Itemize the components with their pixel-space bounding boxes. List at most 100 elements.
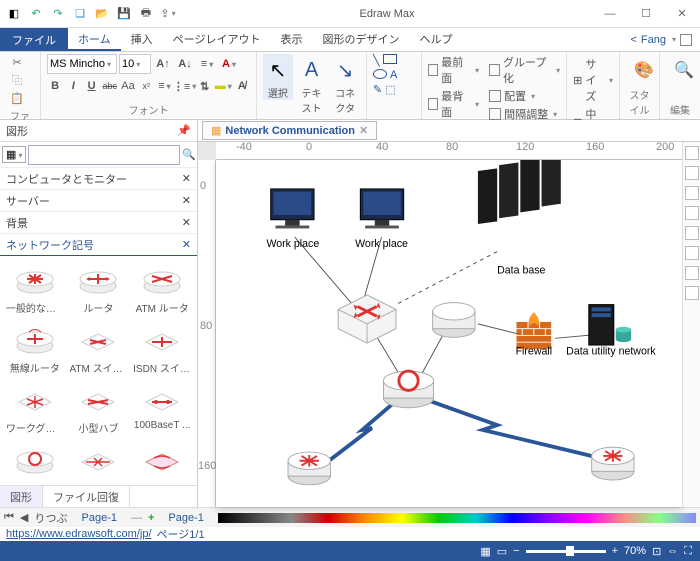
shape-item[interactable]: 小型ハブ [68,380,130,436]
maximize-button[interactable]: ☐ [632,4,660,24]
shape-item[interactable]: 100BaseT ... [131,380,193,436]
shape-item[interactable] [4,440,66,481]
fit-page-icon[interactable]: ⊡ [652,545,661,558]
view-grid-icon[interactable]: ▦ [480,545,490,558]
underline-button[interactable]: U [83,77,99,95]
tab-view[interactable]: 表示 [270,28,312,51]
align-icon[interactable]: ≡▾ [197,55,217,73]
tab-help[interactable]: ヘルプ [409,28,462,51]
side-tab-recovery[interactable]: ファイル回復 [43,486,130,507]
save-icon[interactable]: 💾 [114,4,134,24]
size-button[interactable]: ⊞サイズ▾ [573,56,613,104]
tab-insert[interactable]: 挿入 [121,28,163,51]
style-button[interactable]: 🎨 [626,54,662,84]
text-tool[interactable]: A テキスト [297,54,327,115]
category-computers[interactable]: コンピュータとモニター✕ [0,168,197,190]
add-page-icon[interactable]: + [148,512,154,524]
export-icon[interactable]: ⇪▾ [158,4,178,24]
fullscreen-status-icon[interactable]: ⛶ [684,545,692,558]
zoom-in-icon[interactable]: + [612,545,618,557]
shape-item[interactable] [68,440,130,481]
paste-icon[interactable]: 📋 [6,90,28,106]
shape-item[interactable]: ルータ [68,260,130,316]
line-shape-icon[interactable]: ╲ [373,54,380,67]
vtool-2[interactable] [685,166,699,180]
fit-width-icon[interactable]: ⇔ [667,545,678,557]
vtool-6[interactable] [685,246,699,260]
category-servers[interactable]: サーバー✕ [0,190,197,212]
case-button[interactable]: Aa [120,77,136,95]
open-icon[interactable]: 📂 [92,4,112,24]
copy-icon[interactable]: ⿻ [6,72,28,88]
page-tab-1a[interactable]: Page-1 [74,512,125,524]
undo-icon[interactable]: ↶ [26,4,46,24]
url-link[interactable]: https://www.edrawsoft.com/jp/ [6,528,152,540]
new-icon[interactable]: ❏ [70,4,90,24]
category-network[interactable]: ネットワーク記号✕ [0,234,197,256]
shapes-search-input[interactable] [28,145,180,165]
view-normal-icon[interactable]: ▭ [497,545,507,558]
shape-item[interactable]: 無線ルータ [4,320,66,376]
vtool-4[interactable] [685,206,699,220]
vtool-3[interactable] [685,186,699,200]
side-tab-shapes[interactable]: 図形 [0,486,43,507]
shape-item[interactable]: 一般的なル... [4,260,66,316]
send-back-button[interactable]: 最背面▾ [428,88,480,120]
close-icon[interactable]: ✕ [182,172,191,185]
page-tab-1b[interactable]: Page-1 [160,512,211,524]
cut-icon[interactable]: ✂ [6,54,28,70]
close-tab-icon[interactable]: ✕ [359,124,368,137]
share-icon[interactable]: < [630,34,636,46]
decrease-font-icon[interactable]: A↓ [175,55,195,73]
shape-item[interactable]: ワークグルー... [4,380,66,436]
shape-item[interactable] [131,440,193,481]
tab-page-layout[interactable]: ページレイアウト [163,28,271,51]
align-button[interactable]: 配置▾ [489,88,560,104]
minimize-button[interactable]: — [596,4,624,24]
crop-shape-icon[interactable]: ⬚ [385,83,395,96]
text-shape-icon[interactable]: A [390,69,397,81]
close-icon[interactable]: ✕ [182,238,191,251]
clear-format-icon[interactable]: A̸ [234,77,250,95]
superscript-button[interactable]: x² [138,77,154,95]
font-name-select[interactable]: MS Mincho▾ [47,54,117,74]
grid-view-icon[interactable]: ▦▾ [2,146,26,163]
print-icon[interactable]: 🖶 [136,4,156,24]
zoom-out-icon[interactable]: − [513,545,519,557]
tab-shape-design[interactable]: 図形のデザイン [312,28,409,51]
rect-shape-icon[interactable] [383,54,397,64]
nav-first-icon[interactable]: ⏮ [4,511,14,524]
document-tab[interactable]: ▦ Network Communication ✕ [202,121,377,140]
ellipse-shape-icon[interactable] [373,69,387,79]
font-color-icon[interactable]: A▾ [219,55,239,73]
app-icon[interactable]: ◧ [4,4,24,24]
drawing-canvas[interactable]: Work place Work place [216,160,682,507]
tab-home[interactable]: ホーム [68,28,121,51]
pin-icon[interactable]: 📌 [177,124,191,137]
edit-button[interactable]: 🔍 [666,54,700,84]
nav-prev-icon[interactable]: ◀ [20,511,28,524]
bring-front-button[interactable]: 最前面▾ [428,54,480,86]
bold-button[interactable]: B [47,77,63,95]
user-name[interactable]: Fang [641,34,666,46]
shape-item[interactable]: ISDN スイッチ [131,320,193,376]
color-palette[interactable] [218,513,696,523]
file-tab[interactable]: ファイル [0,28,68,51]
shape-item[interactable]: ATM ルータ [131,260,193,316]
highlight-icon[interactable]: ▬▾ [215,77,232,95]
line-spacing-icon[interactable]: ⇅ [197,77,213,95]
vtool-1[interactable] [685,146,699,160]
search-icon[interactable]: 🔍 [182,148,196,161]
vtool-5[interactable] [685,226,699,240]
font-size-select[interactable]: 10▾ [119,54,151,74]
numbering-icon[interactable]: ⋮≡▾ [175,77,195,95]
group-button[interactable]: グループ化▾ [489,54,560,86]
close-icon[interactable]: ✕ [182,216,191,229]
select-tool[interactable]: ↖ 選択 [263,54,293,100]
redo-icon[interactable]: ↷ [48,4,68,24]
close-button[interactable]: ✕ [668,4,696,24]
italic-button[interactable]: I [65,77,81,95]
pencil-shape-icon[interactable]: ✎ [373,83,382,96]
shape-item[interactable]: ATM スイッチ [68,320,130,376]
strikethrough-button[interactable]: abc [102,77,118,95]
